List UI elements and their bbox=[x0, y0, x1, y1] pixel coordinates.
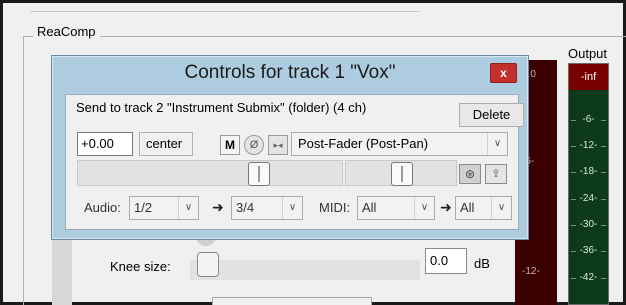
midi-dest-value: All bbox=[460, 200, 475, 215]
routing-io-icon[interactable]: ⇪ bbox=[485, 164, 507, 184]
knee-size-input[interactable]: 0.0 bbox=[425, 248, 467, 274]
send-volume-input[interactable]: +0.00 bbox=[77, 132, 133, 156]
send-pan-field[interactable]: center bbox=[139, 132, 193, 156]
meter-tick: -36- bbox=[569, 245, 608, 256]
chevron-down-icon: ∨ bbox=[491, 197, 511, 219]
midi-dest-select[interactable]: All ∨ bbox=[455, 196, 512, 220]
meter-tick: -30- bbox=[569, 219, 608, 230]
knee-size-slider-thumb[interactable] bbox=[197, 252, 219, 277]
mute-button[interactable]: M bbox=[220, 135, 240, 155]
output-peak-readout[interactable]: -inf bbox=[569, 64, 608, 90]
track-controls-dialog: Controls for track 1 "Vox" x Send to tra… bbox=[51, 55, 529, 240]
midi-label: MIDI: bbox=[319, 200, 351, 215]
meter-tick: -42- bbox=[569, 272, 608, 283]
send-pan-slider-thumb[interactable] bbox=[391, 162, 413, 186]
midi-source-select[interactable]: All ∨ bbox=[357, 196, 435, 220]
plugin-group-title: ReaComp bbox=[33, 24, 100, 39]
close-button[interactable]: x bbox=[490, 63, 517, 83]
send-panel: Send to track 2 "Instrument Submix" (fol… bbox=[65, 94, 524, 230]
meter-tick: -18- bbox=[569, 166, 608, 177]
knee-size-label: Knee size: bbox=[110, 259, 171, 274]
meter-tick: -12- bbox=[522, 266, 540, 277]
top-divider bbox=[30, 11, 420, 12]
meter-tick: -12- bbox=[569, 140, 608, 151]
bottom-button-partial[interactable] bbox=[212, 297, 372, 305]
arrow-right-icon: ➜ bbox=[212, 199, 224, 215]
chevron-down-icon: ∨ bbox=[178, 197, 198, 219]
knee-size-slider-track[interactable] bbox=[190, 260, 420, 280]
send-mode-value: Post-Fader (Post-Pan) bbox=[298, 136, 429, 151]
delete-button[interactable]: Delete bbox=[459, 103, 524, 127]
chevron-down-icon: ∨ bbox=[282, 197, 302, 219]
envelope-icon[interactable]: ⊛ bbox=[459, 164, 481, 184]
audio-dest-value: 3/4 bbox=[236, 200, 255, 215]
meter-tick: -6- bbox=[569, 114, 608, 125]
audio-source-value: 1/2 bbox=[134, 200, 153, 215]
audio-label: Audio: bbox=[84, 200, 121, 215]
send-volume-slider-track[interactable] bbox=[77, 160, 343, 186]
audio-source-select[interactable]: 1/2 ∨ bbox=[129, 196, 199, 220]
audio-dest-select[interactable]: 3/4 ∨ bbox=[231, 196, 303, 220]
output-label: Output bbox=[568, 46, 608, 61]
arrow-right-icon: ➜ bbox=[440, 199, 452, 215]
chevron-down-icon: ∨ bbox=[487, 133, 507, 155]
send-volume-slider-thumb[interactable] bbox=[248, 162, 270, 186]
send-mode-select[interactable]: Post-Fader (Post-Pan) ∨ bbox=[291, 132, 508, 156]
meter-tick: -24- bbox=[569, 193, 608, 204]
mono-stereo-icon[interactable]: ▸◂ bbox=[268, 135, 288, 155]
dialog-title: Controls for track 1 "Vox" bbox=[184, 62, 396, 83]
knee-size-unit: dB bbox=[474, 256, 490, 271]
midi-source-value: All bbox=[362, 200, 377, 215]
output-meter: -inf -6- -12- -18- -24- -30- -36- -42- bbox=[568, 63, 609, 305]
phase-invert-icon[interactable]: Ø bbox=[244, 135, 264, 155]
send-description: Send to track 2 "Instrument Submix" (fol… bbox=[76, 100, 367, 115]
chevron-down-icon: ∨ bbox=[414, 197, 434, 219]
